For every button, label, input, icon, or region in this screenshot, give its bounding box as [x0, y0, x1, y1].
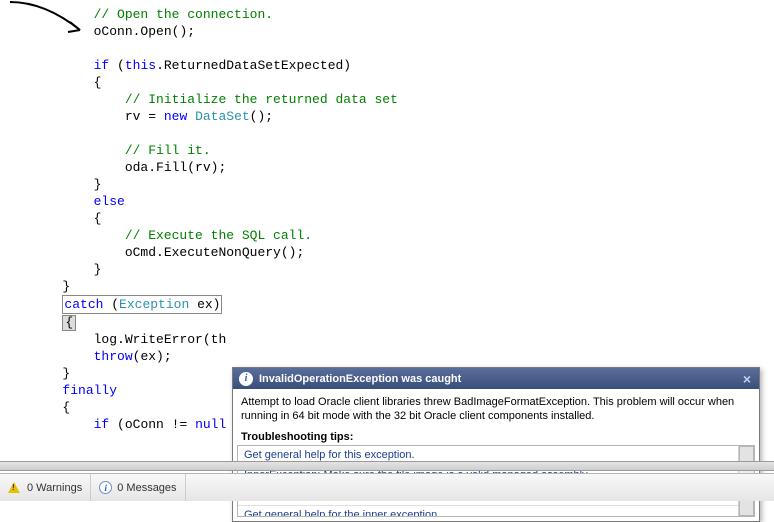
code-comment: // Execute the SQL call. [125, 228, 312, 243]
pane-splitter[interactable] [0, 461, 774, 471]
info-icon: i [99, 481, 112, 494]
messages-label: 0 Messages [117, 482, 176, 494]
code-text: ex) [189, 297, 220, 312]
keyword-null: null [195, 417, 226, 432]
keyword-if: if [94, 58, 110, 73]
keyword-this: this [125, 58, 156, 73]
code-comment: // Initialize the returned data set [125, 92, 398, 107]
keyword-if: if [94, 417, 110, 432]
exception-message: Attempt to load Oracle client libraries … [233, 389, 759, 427]
warnings-tab[interactable]: 0 Warnings [0, 474, 91, 501]
keyword-else: else [94, 194, 125, 209]
error-list-tabs: 0 Warnings i 0 Messages [0, 473, 774, 501]
type-name: Exception [119, 297, 189, 312]
exception-title: InvalidOperationException was caught [259, 373, 741, 385]
keyword-new: new [164, 109, 187, 124]
catch-clause-highlight: catch (Exception ex) [62, 295, 222, 314]
keyword-catch: catch [64, 297, 103, 312]
code-text: (); [250, 109, 273, 124]
code-text: .ReturnedDataSetExpected) [156, 58, 351, 73]
code-comment: // Fill it. [125, 143, 211, 158]
messages-tab[interactable]: i 0 Messages [91, 474, 185, 501]
exception-popup-header[interactable]: i InvalidOperationException was caught × [233, 368, 759, 389]
code-line: oda.Fill(rv); [125, 160, 226, 175]
brace-highlight: { [62, 315, 76, 331]
code-line: oConn.Open(); [94, 24, 195, 39]
warnings-label: 0 Warnings [27, 482, 82, 494]
keyword-throw: throw [94, 349, 133, 364]
warning-icon [8, 482, 20, 493]
type-name: DataSet [195, 109, 250, 124]
code-comment: // Open the connection. [94, 7, 273, 22]
code-line: log.WriteError(th [94, 332, 227, 347]
close-icon[interactable]: × [741, 371, 753, 387]
keyword-finally: finally [62, 383, 117, 398]
code-line: oCmd.ExecuteNonQuery(); [125, 245, 304, 260]
info-icon: i [239, 372, 253, 386]
code-text: rv = [125, 109, 164, 124]
troubleshooting-heading: Troubleshooting tips: [233, 427, 759, 445]
code-text: (ex); [133, 349, 172, 364]
code-text: (oConn != [109, 417, 195, 432]
troubleshooting-tip[interactable]: Get general help for the inner exception… [238, 506, 754, 517]
